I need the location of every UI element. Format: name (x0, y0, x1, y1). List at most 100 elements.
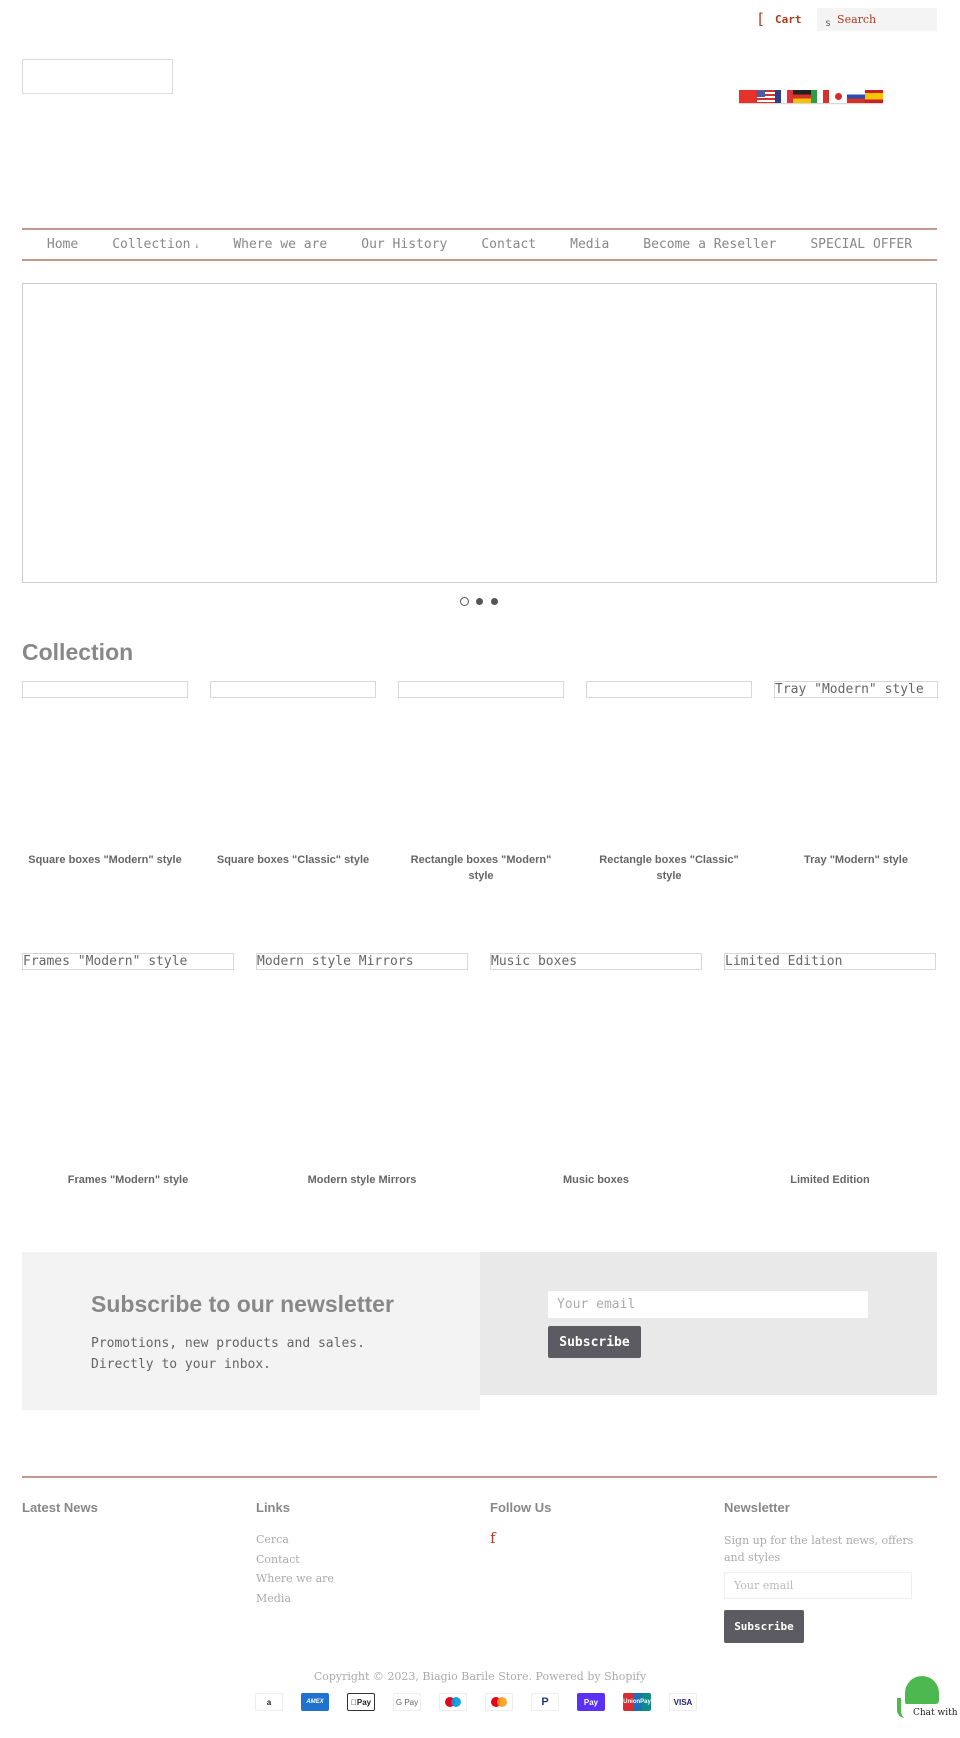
slide-dot-2[interactable] (476, 598, 483, 605)
footer-link-where-we-are[interactable]: Where we are (256, 1571, 334, 1587)
flag-usa-icon[interactable] (757, 90, 775, 103)
footer-heading-latest-news: Latest News (22, 1500, 98, 1515)
cart-label: Cart (775, 12, 802, 26)
nav-item-become-reseller[interactable]: Become a Reseller (626, 237, 793, 252)
collection-label[interactable]: Modern style Mirrors (256, 1172, 468, 1188)
collection-image[interactable]: Music boxes (490, 953, 702, 970)
footer-heading-links: Links (256, 1500, 290, 1515)
hero-slideshow[interactable] (22, 283, 937, 583)
search-box[interactable]: s (817, 8, 937, 31)
collection-label[interactable]: Tray "Modern" style (774, 852, 938, 868)
nav-item-collection[interactable]: Collection ↓ (95, 237, 216, 252)
payment-icons: a AMEX Pay G Pay P Pay UnionPay VISA (255, 1693, 697, 1711)
nav-item-home[interactable]: Home (30, 237, 95, 252)
collection-item[interactable]: Modern style Mirrors Modern style Mirror… (256, 953, 468, 1193)
collection-item[interactable]: Square boxes "Modern" style (22, 681, 188, 881)
collection-image[interactable]: Limited Edition (724, 953, 936, 970)
footer-heading-newsletter: Newsletter (724, 1500, 790, 1515)
main-nav: Home Collection ↓ Where we are Our Histor… (22, 228, 937, 261)
newsletter-panel-right (480, 1252, 937, 1395)
nav-item-media[interactable]: Media (553, 237, 626, 252)
slide-dot-1[interactable] (460, 597, 469, 606)
collection-item[interactable]: Tray "Modern" style Tray "Modern" style (774, 681, 938, 881)
union-pay-icon: UnionPay (623, 1693, 651, 1711)
collection-label[interactable]: Square boxes "Classic" style (210, 852, 376, 868)
apple-pay-icon: Pay (347, 1693, 375, 1711)
collection-item[interactable]: Rectangle boxes "Classic" style (586, 681, 752, 884)
collection-title: Collection (22, 639, 134, 665)
maestro-icon (439, 1693, 467, 1711)
flag-china-icon[interactable] (739, 90, 757, 103)
newsletter-line-2: Directly to your inbox. (91, 1357, 272, 1372)
shop-pay-icon: Pay (577, 1693, 605, 1711)
collection-label[interactable]: Rectangle boxes "Modern" style (398, 852, 564, 884)
footer-link-media[interactable]: Media (256, 1591, 334, 1607)
collection-image[interactable]: Modern style Mirrors (256, 953, 468, 970)
flag-italy-icon[interactable] (811, 90, 829, 103)
chat-bubble-icon (905, 1676, 939, 1704)
newsletter-panel-left (22, 1252, 480, 1410)
collection-item[interactable]: Rectangle boxes "Modern" style (398, 681, 564, 884)
slideshow-dots (460, 597, 499, 606)
collection-item[interactable]: Limited Edition Limited Edition (724, 953, 936, 1193)
footer-heading-follow-us: Follow Us (490, 1500, 552, 1515)
collection-label[interactable]: Rectangle boxes "Classic" style (586, 852, 752, 884)
footer-divider (22, 1476, 937, 1478)
collection-image[interactable] (586, 681, 752, 698)
newsletter-line-1: Promotions, new products and sales. (91, 1336, 365, 1351)
search-icon: s (825, 18, 832, 29)
paypal-icon: P (531, 1693, 559, 1711)
flag-spain-icon[interactable] (865, 90, 883, 103)
slide-dot-3[interactable] (491, 598, 498, 605)
store-logo[interactable] (22, 59, 173, 94)
chevron-down-icon: ↓ (194, 241, 200, 250)
footer-latest-news: Latest News (22, 1500, 98, 1515)
flag-japan-icon[interactable] (829, 90, 847, 103)
google-pay-icon: G Pay (393, 1693, 421, 1711)
newsletter-email-input[interactable] (548, 1291, 868, 1318)
collection-image[interactable] (22, 681, 188, 698)
footer-email-input[interactable] (724, 1572, 912, 1599)
footer-newsletter: Newsletter Sign up for the latest news, … (724, 1500, 934, 1643)
footer-follow-us: Follow Us f (490, 1500, 551, 1547)
chat-tail-icon (897, 1698, 905, 1718)
footer-link-cerca[interactable]: Cerca (256, 1532, 334, 1548)
amex-icon: AMEX (301, 1693, 329, 1711)
nav-item-where-we-are[interactable]: Where we are (216, 237, 344, 252)
collection-item[interactable]: Square boxes "Classic" style (210, 681, 376, 881)
collection-label[interactable]: Square boxes "Modern" style (22, 852, 188, 868)
nav-item-special-offer[interactable]: SPECIAL OFFER (793, 237, 929, 252)
collection-image[interactable] (398, 681, 564, 698)
collection-label[interactable]: Frames "Modern" style (22, 1172, 234, 1188)
newsletter-title: Subscribe to our newsletter (91, 1291, 394, 1317)
collection-image[interactable] (210, 681, 376, 698)
collection-item[interactable]: Frames "Modern" style Frames "Modern" st… (22, 953, 234, 1193)
chat-widget[interactable]: Chat with (895, 1676, 960, 1738)
footer-subscribe-button[interactable]: Subscribe (724, 1610, 804, 1643)
flag-germany-icon[interactable] (793, 90, 811, 103)
nav-item-label: Collection (112, 237, 191, 252)
chat-label: Chat with (913, 1708, 958, 1718)
newsletter-description: Promotions, new products and sales. Dire… (91, 1333, 365, 1375)
collection-image[interactable]: Tray "Modern" style (774, 681, 938, 698)
collection-item[interactable]: Music boxes Music boxes (490, 953, 702, 1193)
amazon-pay-icon: a (255, 1693, 283, 1711)
search-input[interactable] (837, 13, 928, 26)
cart-link[interactable]: [ Cart (756, 10, 802, 28)
footer-link-contact[interactable]: Contact (256, 1552, 334, 1568)
mastercard-icon (485, 1693, 513, 1711)
flag-france-icon[interactable] (775, 90, 793, 103)
footer-newsletter-text: Sign up for the latest news, offers and … (724, 1534, 914, 1564)
copyright-text: Copyright © 2023, Biagio Barile Store. P… (313, 1670, 647, 1683)
nav-item-our-history[interactable]: Our History (344, 237, 464, 252)
collection-image[interactable]: Frames "Modern" style (22, 953, 234, 970)
collection-label[interactable]: Limited Edition (724, 1172, 936, 1188)
footer-links: Links Cerca Contact Where we are Media (256, 1500, 334, 1606)
collection-label[interactable]: Music boxes (490, 1172, 702, 1188)
newsletter-subscribe-button[interactable]: Subscribe (548, 1326, 641, 1358)
visa-icon: VISA (669, 1693, 697, 1711)
cart-icon: [ (756, 10, 766, 28)
facebook-icon[interactable]: f (490, 1529, 551, 1547)
flag-russia-icon[interactable] (847, 90, 865, 103)
nav-item-contact[interactable]: Contact (464, 237, 553, 252)
